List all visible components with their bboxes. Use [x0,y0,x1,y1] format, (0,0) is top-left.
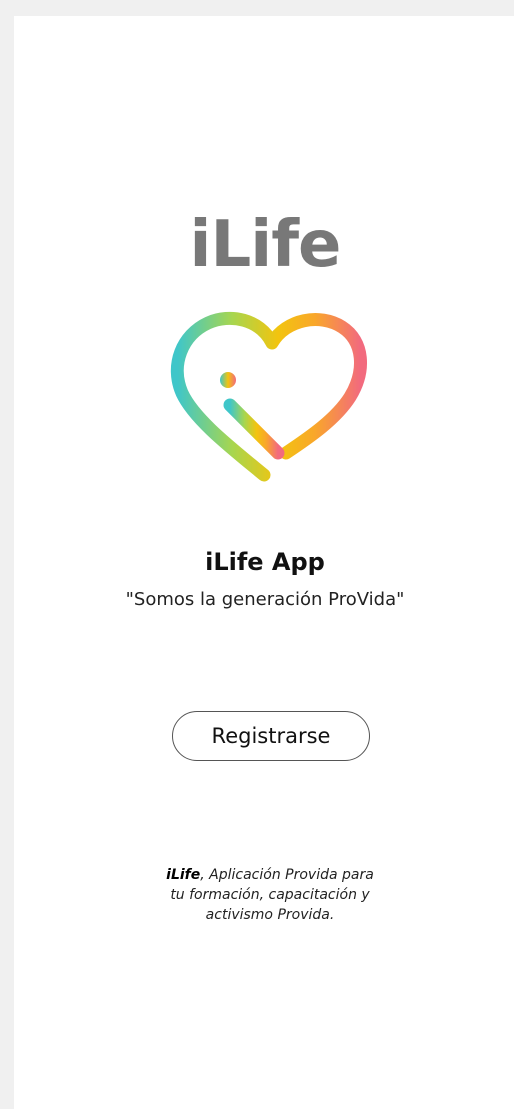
footer-brand: iLife [166,867,201,883]
heart-gradient-logo-icon [160,305,370,485]
logo-wordmark: iLife [189,208,342,282]
window-frame-top [0,0,514,16]
footer-line-3: activismo Provida. [205,907,335,923]
app-tagline: "Somos la generación ProVida" [125,589,405,610]
footer-line-2: tu formación, capacitación y [170,887,370,903]
footer-description: iLife, Aplicación Provida para tu formac… [120,865,420,925]
register-button[interactable]: Registrarse [172,711,370,761]
heart-i-dot [220,372,236,388]
app-title: iLife App [205,548,325,576]
heart-logo-svg [170,311,367,482]
footer-line-1: iLife, Aplicación Provida para [120,865,420,885]
footer-line-1-rest: , Aplicación Provida para [200,867,374,883]
